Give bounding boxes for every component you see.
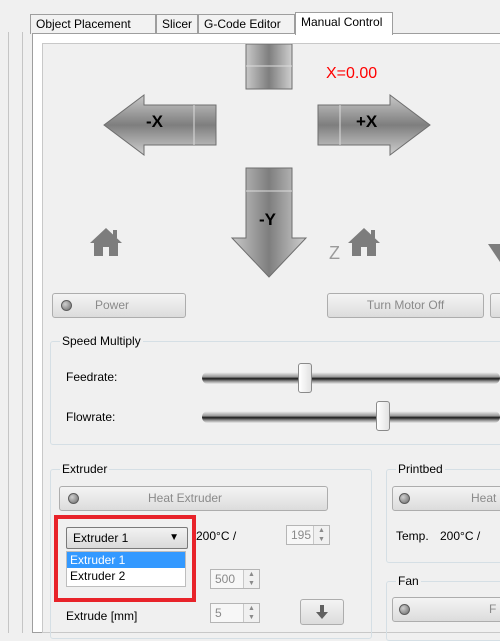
heat-printbed-button[interactable]: Heat (392, 486, 500, 511)
fan-title: Fan (396, 574, 421, 588)
minus-y-label: -Y (259, 210, 276, 229)
speed-multiply-group (50, 341, 500, 445)
home-icon[interactable] (88, 226, 124, 258)
power-led-icon (61, 300, 72, 311)
extruder-title: Extruder (60, 462, 110, 476)
heat-extruder-label: Heat Extruder (148, 491, 223, 505)
feedrate-slider-thumb[interactable] (298, 363, 312, 393)
feedrate-slider-track[interactable] (202, 372, 500, 384)
plus-y-button[interactable] (245, 44, 293, 90)
extruder-select[interactable]: Extruder 1 ▼ (66, 527, 188, 549)
chevron-down-icon: ▼ (169, 532, 179, 543)
power-label: Power (95, 298, 130, 312)
fan-led-icon (399, 604, 410, 615)
flowrate-slider-track[interactable] (202, 411, 500, 423)
window-top-strip (0, 0, 500, 14)
heat-extruder-button[interactable]: Heat Extruder (59, 486, 328, 511)
extruder-option-1[interactable]: Extruder 1 (67, 552, 185, 568)
minus-z-arrow-icon[interactable] (488, 240, 500, 262)
flowrate-slider-thumb[interactable] (376, 401, 390, 431)
extruder-target-temp-value: 195 (291, 528, 312, 542)
tab-gcode-editor[interactable]: G-Code Editor (198, 14, 295, 34)
speed-spinner[interactable]: ▲ ▼ (243, 570, 259, 588)
arrow-down-icon (316, 605, 328, 619)
feedrate-label: Feedrate: (66, 370, 118, 384)
left-frame-line-inner (22, 32, 23, 633)
heat-printbed-led-icon (399, 493, 410, 504)
tab-slicer[interactable]: Slicer (156, 14, 198, 34)
printbed-temp-label: Temp. (396, 529, 429, 543)
turn-motor-off-button[interactable]: Turn Motor Off (327, 293, 484, 318)
extruder-speed-value: 500 (215, 572, 236, 586)
extruder-dropdown-list: Extruder 1 Extruder 2 (66, 551, 186, 587)
home-z-icon[interactable] (346, 226, 382, 258)
fan-label: F (489, 602, 497, 616)
speed-multiply-title: Speed Multiply (60, 334, 143, 348)
extrude-mm-label: Extrude [mm] (66, 609, 138, 623)
jog-controls (103, 44, 431, 278)
printbed-group (386, 469, 500, 563)
z-axis-label: Z (329, 243, 340, 263)
left-frame-line (8, 32, 9, 633)
extruder-target-temp-input[interactable]: 195 ▲ ▼ (286, 525, 330, 545)
heat-extruder-led-icon (68, 493, 79, 504)
plus-x-label: +X (356, 112, 378, 131)
printbed-temp-readout: 200°C / (440, 529, 481, 543)
fan-button[interactable]: F (392, 597, 500, 622)
x-position-readout: X=0.00 (326, 65, 378, 82)
heat-printbed-label: Heat (471, 491, 497, 505)
tab-object-placement[interactable]: Object Placement (30, 14, 156, 34)
extruder-option-2[interactable]: Extruder 2 (67, 568, 185, 584)
extrude-mm-value: 5 (215, 606, 222, 620)
minus-x-label: -X (146, 112, 163, 131)
extrude-mm-spinner[interactable]: ▲ ▼ (243, 604, 259, 622)
extruder-speed-input[interactable]: 500 ▲ ▼ (210, 569, 260, 589)
extrude-down-button[interactable] (300, 599, 344, 625)
extruder-temp-readout: 200°C / (196, 529, 237, 543)
printbed-title: Printbed (396, 462, 445, 476)
target-temp-spinner[interactable]: ▲ ▼ (313, 526, 329, 544)
extrude-mm-input[interactable]: 5 ▲ ▼ (210, 603, 260, 623)
tab-manual-control[interactable]: Manual Control (295, 12, 393, 35)
power-button[interactable]: Power (52, 293, 186, 318)
next-button-edge[interactable] (490, 293, 500, 318)
flowrate-label: Flowrate: (66, 410, 116, 424)
extruder-select-value: Extruder 1 (73, 531, 129, 545)
